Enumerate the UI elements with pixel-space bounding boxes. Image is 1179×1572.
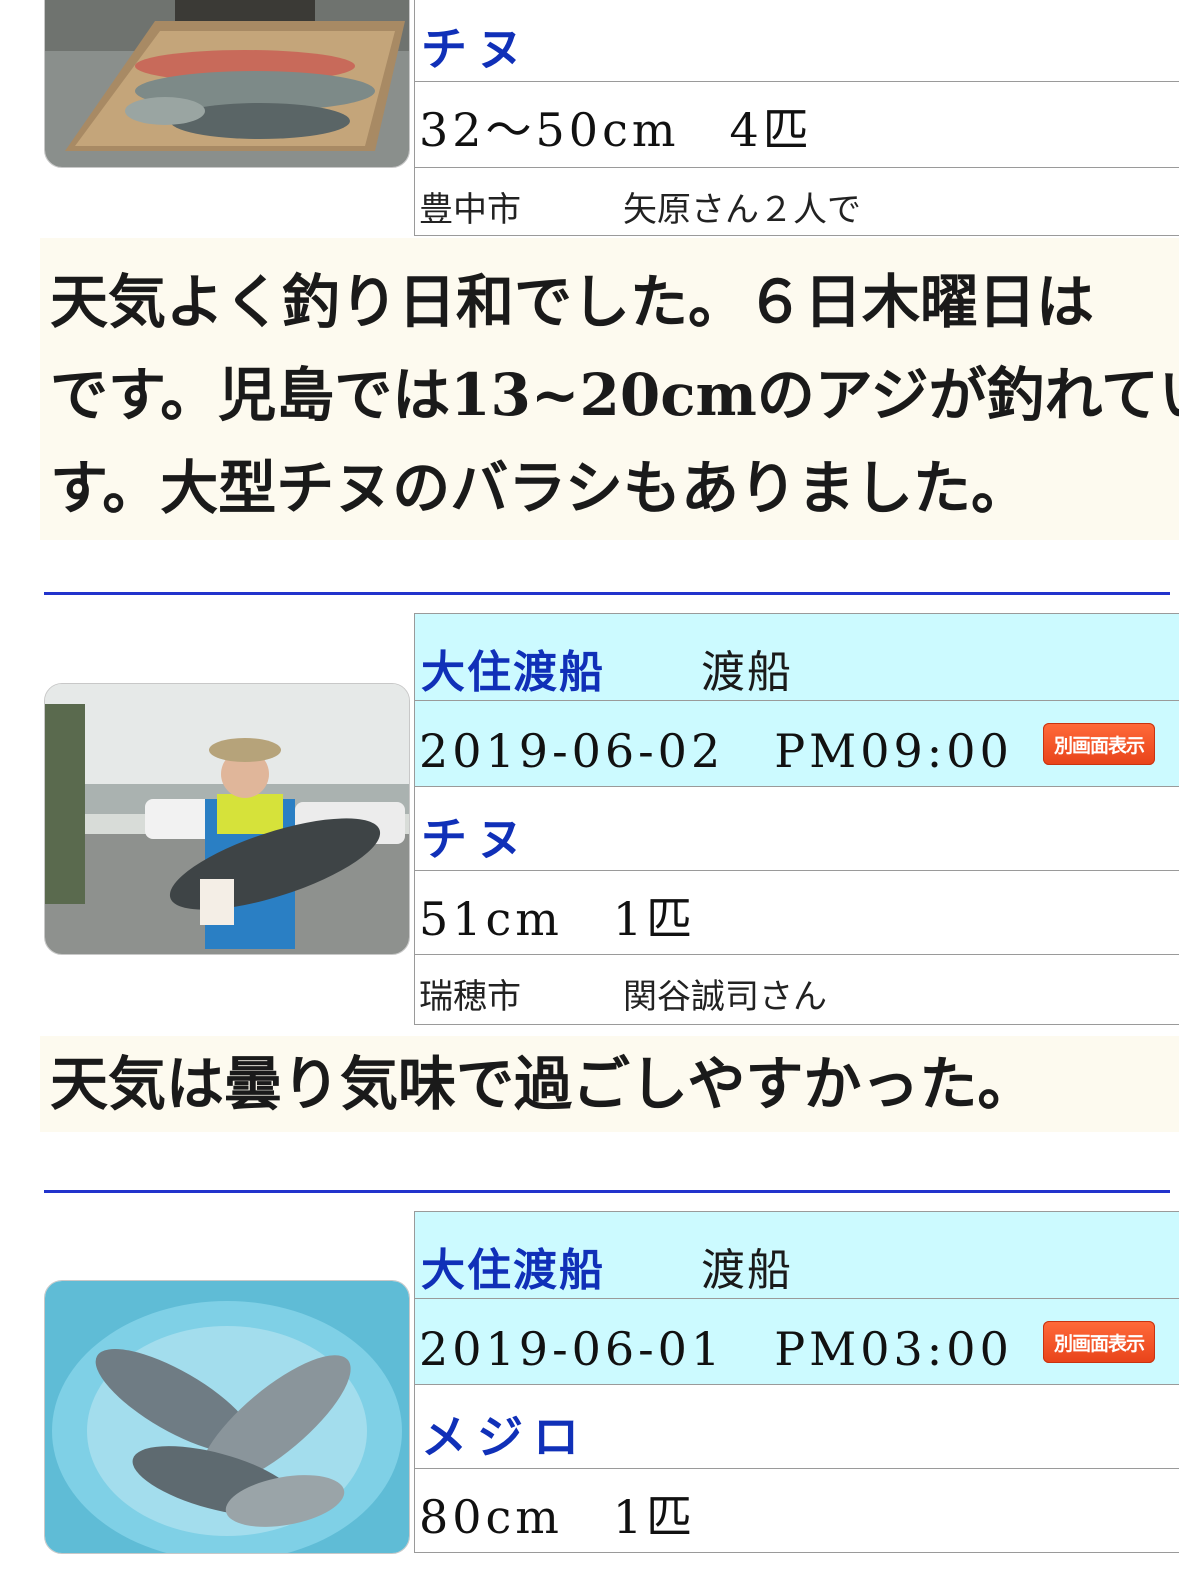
angler-with-fish-photo-icon [45,684,409,954]
size-count: 51cm 1匹 [419,892,697,946]
comment-line: 天気は曇り気味で過ごしやすかった。 [50,1050,1036,1118]
service-type: 渡船 [701,1245,793,1296]
report-datetime: 2019-06-01 PM03:00 [419,1322,1013,1376]
boat-name[interactable]: 大住渡船 [421,636,605,700]
entry-divider [44,592,1170,595]
report-comment: 天気よく釣り日和でした。６日木曜日は です。児島では13~20cmのアジが釣れて… [40,238,1179,540]
fish-in-bucket-photo-icon [45,1281,409,1553]
fish-name: メジロ [421,1410,589,1464]
report-datetime: 2019-06-02 PM09:00 [419,724,1013,778]
angler-info: 瑞穂市 関谷誠司さん [419,977,827,1017]
open-new-window-button[interactable]: 別画面表示 [1043,1321,1155,1363]
boat-name[interactable]: 大住渡船 [421,1234,605,1298]
comment-line: 天気よく釣り日和でした。６日木曜日は [50,268,1095,336]
catch-photo[interactable] [44,683,410,955]
size-count: 32～50cm 4匹 [419,103,813,157]
comment-line: です。児島では13~20cmのアジが釣れてい [50,361,1179,429]
fish-tray-photo-icon [45,0,409,167]
size-count: 80cm 1匹 [419,1490,697,1544]
report-comment: 天気は曇り気味で過ごしやすかった。 [40,1036,1179,1132]
comment-line: す。大型チヌのバラシもありました。 [50,454,1030,522]
open-new-window-button[interactable]: 別画面表示 [1043,723,1155,765]
service-type: 渡船 [701,647,793,698]
angler-info: 豊中市 矢原さん２人で [419,190,861,230]
catch-photo[interactable] [44,0,410,168]
fish-name: チヌ [421,812,533,866]
catch-photo[interactable] [44,1280,410,1554]
entry-divider [44,1190,1170,1193]
fish-name: チヌ [421,22,533,76]
